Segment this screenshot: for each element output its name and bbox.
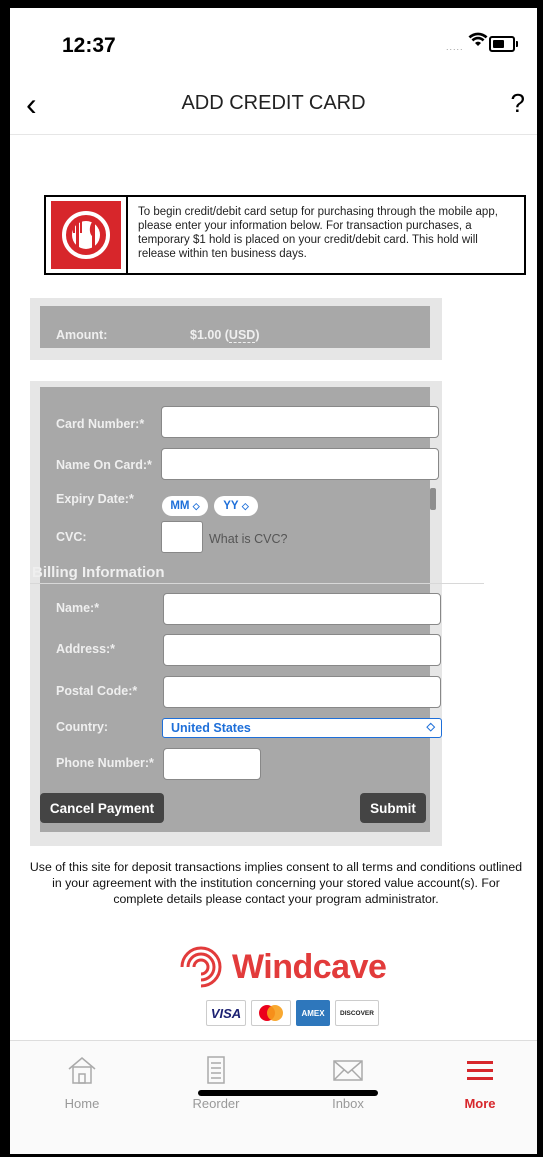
receipt-icon <box>207 1056 225 1084</box>
tab-reorder[interactable]: Reorder <box>176 1055 256 1111</box>
expiry-year-select[interactable]: YY ◇ <box>214 496 258 516</box>
tab-inbox[interactable]: Inbox <box>308 1055 388 1111</box>
discover-logo: DISCOVER <box>335 1000 379 1026</box>
tab-more-label: More <box>464 1096 496 1111</box>
tab-inbox-label: Inbox <box>332 1096 364 1111</box>
help-button[interactable]: ? <box>511 88 525 119</box>
notice-text: To begin credit/debit card setup for pur… <box>138 206 498 260</box>
expiry-row-edge <box>430 488 436 510</box>
menu-icon <box>467 1061 493 1080</box>
envelope-icon <box>333 1060 363 1081</box>
amount-value: $1.00 (USD) <box>190 328 260 343</box>
home-indicator[interactable] <box>198 1090 378 1096</box>
billing-heading: Billing Information <box>32 564 165 581</box>
country-label: Country: <box>56 720 109 734</box>
windcave-logo: Windcave <box>178 945 387 989</box>
chevron-updown-icon: ◇ <box>192 500 200 511</box>
notice-logo <box>46 197 128 273</box>
phone-number-input[interactable] <box>163 748 261 780</box>
postal-code-input[interactable] <box>163 676 441 708</box>
card-number-label: Card Number:* <box>56 417 145 431</box>
restaurant-plate-icon <box>62 211 110 259</box>
amount-number: $1.00 <box>190 328 222 342</box>
postal-code-label: Postal Code:* <box>56 684 138 698</box>
status-time: 12:37 <box>62 34 116 57</box>
notice-box: To begin credit/debit card setup for pur… <box>44 195 526 275</box>
accepted-cards: VISA AMEX DISCOVER <box>206 1000 379 1026</box>
expiry-date-label: Expiry Date:* <box>56 492 134 506</box>
amex-logo: AMEX <box>296 1000 330 1026</box>
tab-home[interactable]: Home <box>42 1055 122 1111</box>
chevron-updown-icon: ◇ <box>426 721 435 733</box>
billing-divider <box>30 583 484 584</box>
signal-icon: ..... <box>446 42 464 52</box>
what-is-cvc-link[interactable]: What is CVC? <box>209 532 288 546</box>
wifi-icon <box>468 32 488 46</box>
consent-text: Use of this site for deposit transaction… <box>29 860 523 906</box>
chevron-updown-icon: ◇ <box>241 500 249 511</box>
windcave-wordmark: Windcave <box>232 947 387 986</box>
expiry-month-select[interactable]: MM ◇ <box>162 496 208 516</box>
phone-number-label: Phone Number:* <box>56 756 154 770</box>
app-screen: 12:37 ..... ‹ ADD CREDIT CARD ? To begin… <box>10 8 537 1154</box>
windcave-swirl-icon <box>178 946 222 988</box>
billing-address-input[interactable] <box>163 634 441 666</box>
battery-icon <box>489 36 518 52</box>
cvc-input[interactable] <box>161 521 203 553</box>
billing-name-input[interactable] <box>163 593 441 625</box>
visa-logo: VISA <box>206 1000 246 1026</box>
page-title: ADD CREDIT CARD <box>181 92 366 114</box>
tab-bar: Home Reorder Inbox More <box>10 1040 537 1154</box>
submit-button[interactable]: Submit <box>360 793 426 823</box>
home-icon <box>68 1057 96 1084</box>
card-number-input[interactable] <box>161 406 439 438</box>
billing-name-label: Name:* <box>56 601 100 615</box>
cancel-payment-button[interactable]: Cancel Payment <box>40 793 164 823</box>
billing-address-label: Address:* <box>56 642 116 656</box>
nav-bar: ‹ ADD CREDIT CARD ? <box>10 78 537 135</box>
country-select[interactable]: United States ◇ <box>162 718 442 738</box>
cvc-label: CVC: <box>56 530 87 544</box>
tab-more[interactable]: More <box>440 1055 520 1111</box>
status-bar: 12:37 ..... <box>10 8 537 78</box>
amount-label: Amount: <box>56 328 108 342</box>
name-on-card-label: Name On Card:* <box>56 458 152 472</box>
tab-home-label: Home <box>64 1096 100 1111</box>
amount-currency: USD <box>228 328 256 343</box>
tab-reorder-label: Reorder <box>192 1096 240 1111</box>
mastercard-logo <box>251 1000 291 1026</box>
name-on-card-input[interactable] <box>161 448 439 480</box>
